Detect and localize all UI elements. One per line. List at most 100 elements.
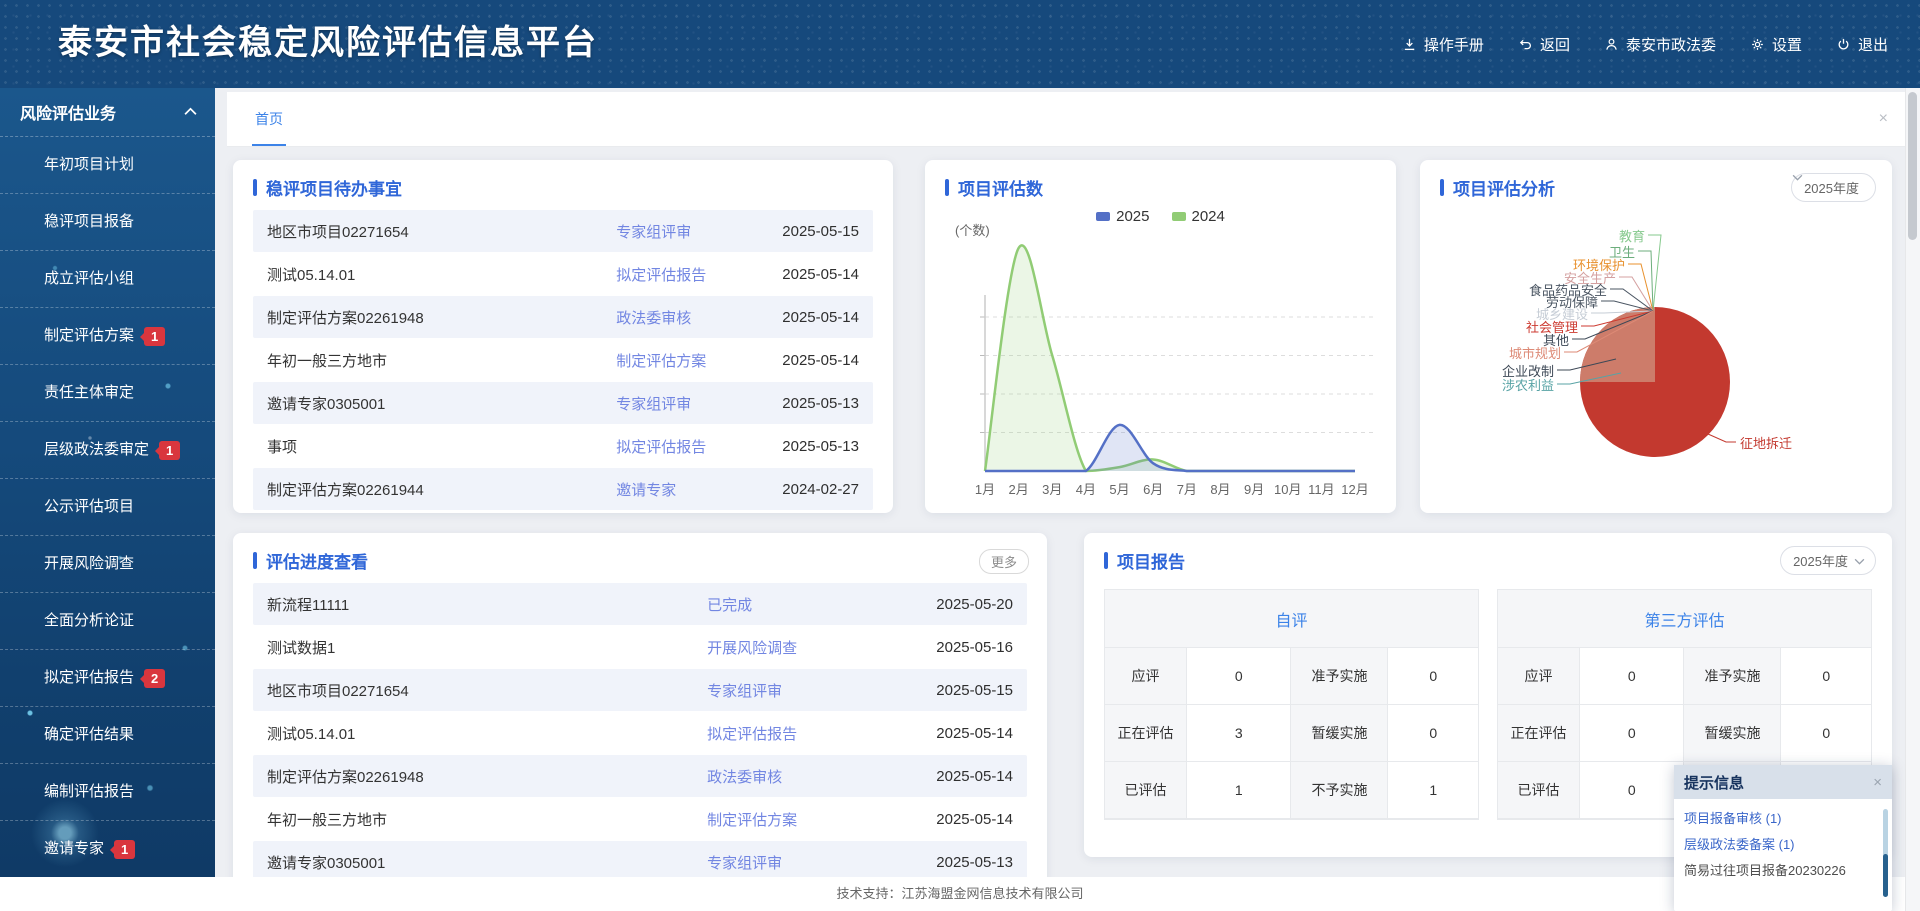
row-action-link[interactable]: 专家组评审 bbox=[707, 852, 901, 873]
report-year-dropdown[interactable]: 2025年度 bbox=[1780, 546, 1876, 575]
report-cell-label: 应评 bbox=[1498, 648, 1580, 705]
row-date: 2025-05-14 bbox=[770, 309, 859, 326]
report-cell-value: 1 bbox=[1388, 762, 1478, 819]
report-cell-label: 已评估 bbox=[1498, 762, 1580, 819]
row-project-name: 事项 bbox=[267, 436, 616, 457]
row-project-name: 邀请专家0305001 bbox=[267, 393, 616, 414]
panel-report-title: 项目报告 bbox=[1084, 533, 1892, 581]
sidebar-item-8[interactable]: 开展风险调查 bbox=[0, 536, 215, 593]
sidebar-item-2[interactable]: 稳评项目报备 bbox=[0, 194, 215, 251]
svg-text:8月: 8月 bbox=[1210, 482, 1230, 497]
row-date: 2025-05-16 bbox=[901, 639, 1013, 656]
row-action-link[interactable]: 已完成 bbox=[707, 594, 901, 615]
legend-label: 2024 bbox=[1192, 208, 1225, 225]
sidebar-item-label: 拟定评估报告 bbox=[44, 650, 134, 706]
progress-row: 年初一般三方地市制定评估方案2025-05-14 bbox=[253, 798, 1027, 840]
sidebar-item-5[interactable]: 责任主体审定 bbox=[0, 365, 215, 422]
nav-settings[interactable]: 设置 bbox=[1750, 34, 1802, 55]
row-date: 2025-05-14 bbox=[901, 725, 1013, 742]
download-icon bbox=[1402, 37, 1417, 52]
legend-item-2025[interactable]: 2025 bbox=[1096, 208, 1149, 225]
row-action-link[interactable]: 开展风险调查 bbox=[707, 637, 901, 658]
sidebar-item-7[interactable]: 公示评估项目 bbox=[0, 479, 215, 536]
sidebar: 风险评估业务 年初项目计划稳评项目报备成立评估小组制定评估方案1责任主体审定层级… bbox=[0, 88, 215, 877]
back-icon bbox=[1518, 37, 1533, 52]
todo-row: 年初一般三方地市制定评估方案2025-05-14 bbox=[253, 339, 873, 381]
nav-logout[interactable]: 退出 bbox=[1836, 34, 1888, 55]
sidebar-item-4[interactable]: 制定评估方案1 bbox=[0, 308, 215, 365]
todo-row: 制定评估方案02261944邀请专家2024-02-27 bbox=[253, 468, 873, 510]
svg-text:7月: 7月 bbox=[1177, 482, 1197, 497]
chevron-down-icon bbox=[1854, 553, 1865, 568]
toast-title: 提示信息 bbox=[1684, 772, 1744, 793]
sidebar-group-risk-assessment[interactable]: 风险评估业务 bbox=[0, 88, 215, 137]
progress-row: 新流程11111已完成2025-05-20 bbox=[253, 583, 1027, 625]
legend-marker bbox=[1096, 212, 1110, 221]
todo-row: 事项拟定评估报告2025-05-13 bbox=[253, 425, 873, 467]
row-project-name: 制定评估方案02261948 bbox=[267, 766, 707, 787]
sidebar-item-10[interactable]: 拟定评估报告2 bbox=[0, 650, 215, 707]
row-project-name: 测试05.14.01 bbox=[267, 264, 616, 285]
sidebar-item-3[interactable]: 成立评估小组 bbox=[0, 251, 215, 308]
sidebar-item-9[interactable]: 全面分析论证 bbox=[0, 593, 215, 650]
report-cell-label: 暂缓实施 bbox=[1684, 705, 1781, 762]
sidebar-item-12[interactable]: 编制评估报告 bbox=[0, 764, 215, 821]
sidebar-item-1[interactable]: 年初项目计划 bbox=[0, 137, 215, 194]
row-action-link[interactable]: 邀请专家 bbox=[616, 479, 770, 500]
sidebar-item-label: 全面分析论证 bbox=[44, 593, 134, 649]
tab-home[interactable]: 首页 bbox=[252, 92, 286, 146]
svg-text:1月: 1月 bbox=[975, 482, 995, 497]
panel-progress-title: 评估进度查看 bbox=[233, 533, 1047, 581]
todo-row: 邀请专家0305001专家组评审2025-05-13 bbox=[253, 382, 873, 424]
report-cell-value: 3 bbox=[1187, 705, 1291, 762]
legend-item-2024[interactable]: 2024 bbox=[1172, 208, 1225, 225]
row-date: 2025-05-14 bbox=[770, 352, 859, 369]
row-action-link[interactable]: 政法委审核 bbox=[707, 766, 901, 787]
close-tabs-icon[interactable]: × bbox=[1879, 92, 1888, 146]
panel-progress-title-text: 评估进度查看 bbox=[266, 548, 368, 573]
row-action-link[interactable]: 专家组评审 bbox=[707, 680, 901, 701]
panel-todo: 稳评项目待办事宜 地区市项目02271654专家组评审2025-05-15测试0… bbox=[233, 160, 893, 513]
chart-legend: 2025 2024 bbox=[925, 208, 1396, 225]
sidebar-item-label: 开展风险调查 bbox=[44, 536, 134, 592]
row-date: 2024-02-27 bbox=[770, 481, 859, 498]
sidebar-item-11[interactable]: 确定评估结果 bbox=[0, 707, 215, 764]
title-bar-decoration bbox=[253, 552, 257, 569]
report-year-value: 2025年度 bbox=[1793, 551, 1848, 570]
nav-account-label: 泰安市政法委 bbox=[1626, 34, 1716, 55]
nav-account[interactable]: 泰安市政法委 bbox=[1604, 34, 1716, 55]
toast-scrollbar-track bbox=[1883, 809, 1888, 897]
row-action-link[interactable]: 政法委审核 bbox=[616, 307, 770, 328]
row-action-link[interactable]: 制定评估方案 bbox=[616, 350, 770, 371]
nav-logout-label: 退出 bbox=[1858, 34, 1888, 55]
pie-year-dropdown[interactable]: 2025年度 bbox=[1791, 173, 1876, 202]
tab-bar: 首页 × bbox=[227, 92, 1906, 147]
nav-back[interactable]: 返回 bbox=[1518, 34, 1570, 55]
page-scrollbar-thumb[interactable] bbox=[1908, 92, 1917, 240]
toast-link[interactable]: 项目报备审核 (1) bbox=[1684, 806, 1878, 832]
toast-scrollbar-thumb[interactable] bbox=[1883, 854, 1888, 897]
sidebar-item-label: 成立评估小组 bbox=[44, 251, 134, 307]
toast-link[interactable]: 层级政法委备案 (1) bbox=[1684, 832, 1878, 858]
close-icon[interactable]: × bbox=[1873, 774, 1882, 791]
sidebar-item-label: 层级政法委审定 bbox=[44, 422, 149, 478]
row-action-link[interactable]: 拟定评估报告 bbox=[707, 723, 901, 744]
report-cell-value: 0 bbox=[1781, 648, 1871, 705]
row-action-link[interactable]: 拟定评估报告 bbox=[616, 264, 770, 285]
row-action-link[interactable]: 专家组评审 bbox=[616, 221, 770, 242]
progress-list: 新流程11111已完成2025-05-20测试数据1开展风险调查2025-05-… bbox=[253, 583, 1027, 883]
nav-manual[interactable]: 操作手册 bbox=[1402, 34, 1484, 55]
sidebar-item-6[interactable]: 层级政法委审定1 bbox=[0, 422, 215, 479]
row-date: 2025-05-15 bbox=[770, 223, 859, 240]
sidebar-item-13[interactable]: 邀请专家1 bbox=[0, 821, 215, 877]
row-project-name: 年初一般三方地市 bbox=[267, 350, 616, 371]
row-date: 2025-05-14 bbox=[770, 266, 859, 283]
svg-text:12月: 12月 bbox=[1341, 482, 1368, 497]
gear-icon bbox=[1750, 37, 1765, 52]
row-action-link[interactable]: 制定评估方案 bbox=[707, 809, 901, 830]
toast-text: 简易过往项目报备20230226 bbox=[1684, 858, 1878, 884]
row-action-link[interactable]: 专家组评审 bbox=[616, 393, 770, 414]
row-action-link[interactable]: 拟定评估报告 bbox=[616, 436, 770, 457]
row-project-name: 测试数据1 bbox=[267, 637, 707, 658]
more-button[interactable]: 更多 bbox=[979, 549, 1029, 574]
